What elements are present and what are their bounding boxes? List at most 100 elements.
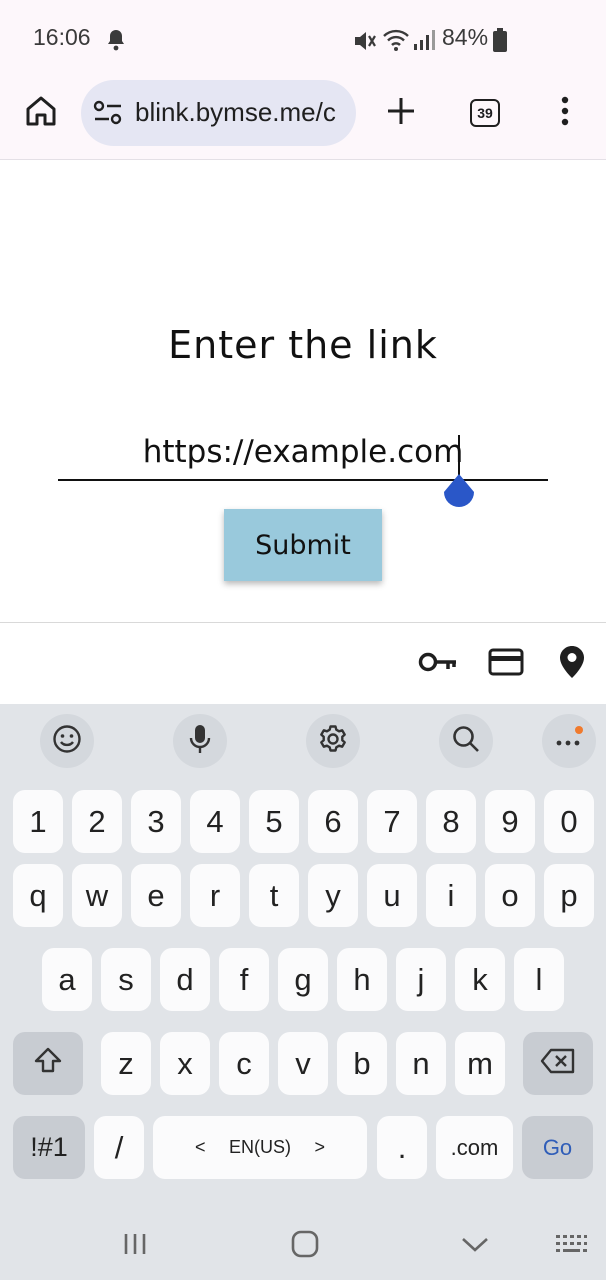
letter-key-a[interactable]: a (42, 948, 92, 1011)
location-pin-icon (558, 644, 586, 684)
letter-key-g[interactable]: g (278, 948, 328, 1011)
page-title: Enter the link (168, 323, 438, 367)
letter-key-b[interactable]: b (337, 1032, 387, 1095)
letter-key-j[interactable]: j (396, 948, 446, 1011)
letter-key-v[interactable]: v (278, 1032, 328, 1095)
go-key[interactable]: Go (522, 1116, 593, 1179)
number-key-7[interactable]: 7 (367, 790, 417, 853)
submit-button[interactable]: Submit (224, 509, 382, 581)
letter-key-y[interactable]: y (308, 864, 358, 927)
number-key-6[interactable]: 6 (308, 790, 358, 853)
hide-keyboard-button[interactable] (455, 1226, 495, 1266)
dotcom-key[interactable]: .com (436, 1116, 513, 1179)
number-key-1[interactable]: 1 (13, 790, 63, 853)
letter-key-k[interactable]: k (455, 948, 505, 1011)
number-key-5[interactable]: 5 (249, 790, 299, 853)
letter-key-f[interactable]: f (219, 948, 269, 1011)
letter-key-n[interactable]: n (396, 1032, 446, 1095)
number-key-0[interactable]: 0 (544, 790, 594, 853)
credit-card-icon (488, 648, 524, 680)
url-bar[interactable]: blink.bymse.me/c (81, 80, 356, 146)
shift-key[interactable] (13, 1032, 83, 1095)
number-key-3[interactable]: 3 (131, 790, 181, 853)
url-text: blink.bymse.me/c (135, 97, 336, 127)
letter-key-r[interactable]: r (190, 864, 240, 927)
letter-key-w[interactable]: w (72, 864, 122, 927)
voice-input-button[interactable] (173, 714, 227, 768)
letter-key-e[interactable]: e (131, 864, 181, 927)
number-key-9[interactable]: 9 (485, 790, 535, 853)
addresses-button[interactable] (552, 641, 592, 687)
home-button[interactable] (16, 88, 66, 138)
home-button-icon (290, 1229, 320, 1263)
number-key-4[interactable]: 4 (190, 790, 240, 853)
language-prev-arrow: < (195, 1137, 206, 1157)
language-label: EN(US) (229, 1137, 291, 1157)
backspace-key[interactable] (523, 1032, 593, 1095)
letter-key-d[interactable]: d (160, 948, 210, 1011)
letter-key-h[interactable]: h (337, 948, 387, 1011)
letter-key-s[interactable]: s (101, 948, 151, 1011)
key-icon (418, 651, 458, 677)
recent-apps-button[interactable] (115, 1226, 155, 1266)
keyboard-search-button[interactable] (439, 714, 493, 768)
letter-key-t[interactable]: t (249, 864, 299, 927)
language-next-arrow: > (314, 1137, 325, 1157)
number-key-8[interactable]: 8 (426, 790, 476, 853)
page-content: Enter the link Submit (0, 161, 606, 622)
letter-key-u[interactable]: u (367, 864, 417, 927)
passwords-button[interactable] (416, 641, 460, 687)
recent-apps-icon (120, 1231, 150, 1261)
mute-icon (352, 29, 378, 57)
letter-key-o[interactable]: o (485, 864, 535, 927)
microphone-icon (188, 723, 212, 759)
status-time: 16:06 (33, 24, 91, 50)
more-menu-button[interactable] (540, 88, 590, 138)
caret-handle[interactable] (442, 474, 476, 510)
system-navigation-bar (0, 1208, 606, 1280)
new-tab-plus-icon (386, 96, 416, 130)
letter-key-l[interactable]: l (514, 948, 564, 1011)
new-tab-button[interactable] (376, 88, 426, 138)
more-options-button[interactable] (542, 714, 596, 768)
tab-count-badge: 39 (470, 99, 500, 127)
site-settings-icon[interactable] (93, 100, 123, 126)
autofill-bar (0, 622, 606, 704)
letter-key-i[interactable]: i (426, 864, 476, 927)
soft-keyboard: 1234567890 qwertyuiop asdfghjkl zxcvbnm … (0, 704, 606, 1280)
home-nav-button[interactable] (285, 1226, 325, 1266)
tab-switcher-button[interactable]: 39 (460, 88, 510, 138)
payment-methods-button[interactable] (484, 641, 528, 687)
browser-toolbar: blink.bymse.me/c 39 (0, 80, 606, 160)
more-menu-icon (560, 96, 570, 130)
keyboard-settings-button[interactable] (306, 714, 360, 768)
text-caret (458, 435, 460, 475)
hide-keyboard-icon (460, 1234, 490, 1258)
notification-bell-icon (106, 29, 126, 55)
keyboard-switch-button[interactable] (551, 1226, 591, 1266)
letter-key-p[interactable]: p (544, 864, 594, 927)
emoji-button[interactable] (40, 714, 94, 768)
backspace-icon (540, 1046, 576, 1082)
letter-key-m[interactable]: m (455, 1032, 505, 1095)
letter-key-x[interactable]: x (160, 1032, 210, 1095)
battery-icon (492, 27, 508, 57)
signal-icon (412, 28, 436, 56)
slash-key[interactable]: / (94, 1116, 144, 1179)
period-key[interactable]: . (377, 1116, 427, 1179)
battery-percent: 84% (442, 24, 489, 50)
number-key-2[interactable]: 2 (72, 790, 122, 853)
search-icon (451, 724, 481, 758)
shift-icon (33, 1046, 63, 1082)
emoji-icon (52, 724, 82, 758)
symbols-key[interactable]: !#1 (13, 1116, 85, 1179)
status-bar: 16:06 84% (0, 0, 606, 80)
wifi-icon (382, 28, 410, 56)
letter-key-c[interactable]: c (219, 1032, 269, 1095)
letter-key-z[interactable]: z (101, 1032, 151, 1095)
home-icon (24, 94, 58, 132)
link-input[interactable] (58, 425, 548, 481)
more-options-icon (554, 724, 584, 758)
space-key[interactable]: < EN(US) > (153, 1116, 367, 1179)
letter-key-q[interactable]: q (13, 864, 63, 927)
